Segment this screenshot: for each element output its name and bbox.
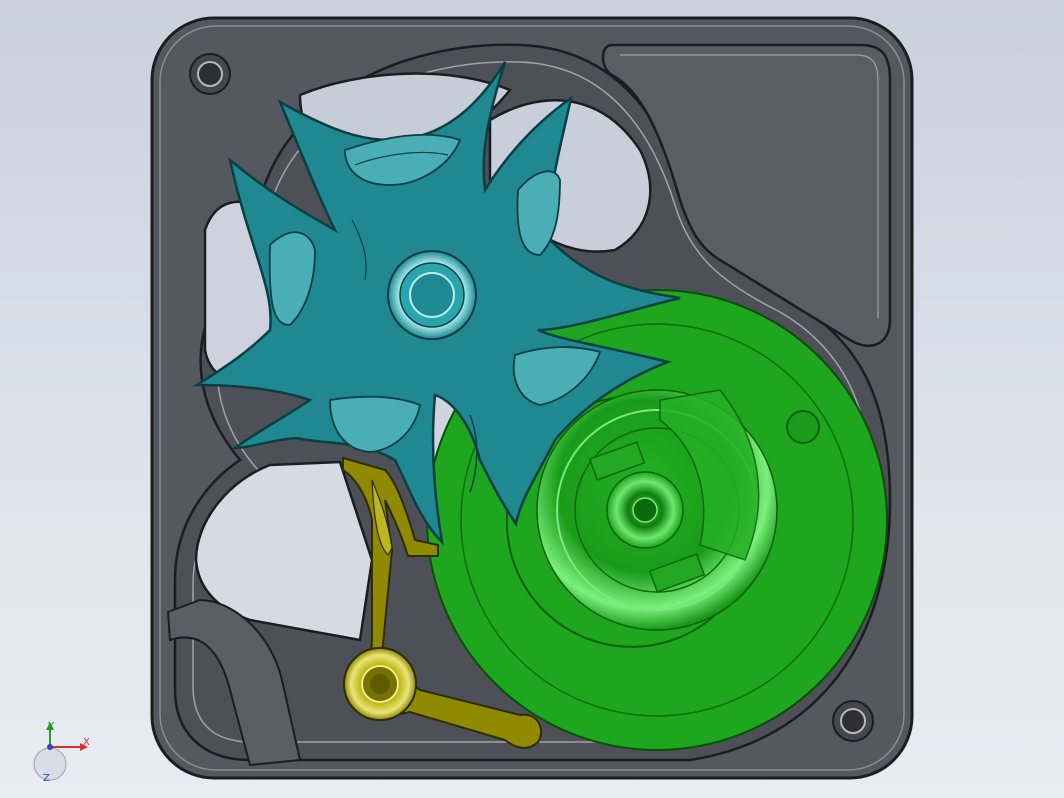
- z-axis-icon: [33, 747, 67, 781]
- y-axis-label: Y: [48, 721, 55, 732]
- graphics-viewport[interactable]: X Y Z: [0, 0, 1064, 798]
- pawl-pivot: [343, 647, 417, 721]
- cad-model-view[interactable]: [0, 0, 1064, 798]
- origin-point: [47, 744, 53, 750]
- mount-hole-top-left: [189, 53, 231, 95]
- star-wheel-hub: [387, 250, 477, 340]
- z-axis-label: Z: [43, 773, 50, 784]
- axis-triad: X Y Z: [30, 722, 110, 792]
- x-axis-label: X: [83, 737, 90, 748]
- mount-hole-bottom-right: [832, 700, 874, 742]
